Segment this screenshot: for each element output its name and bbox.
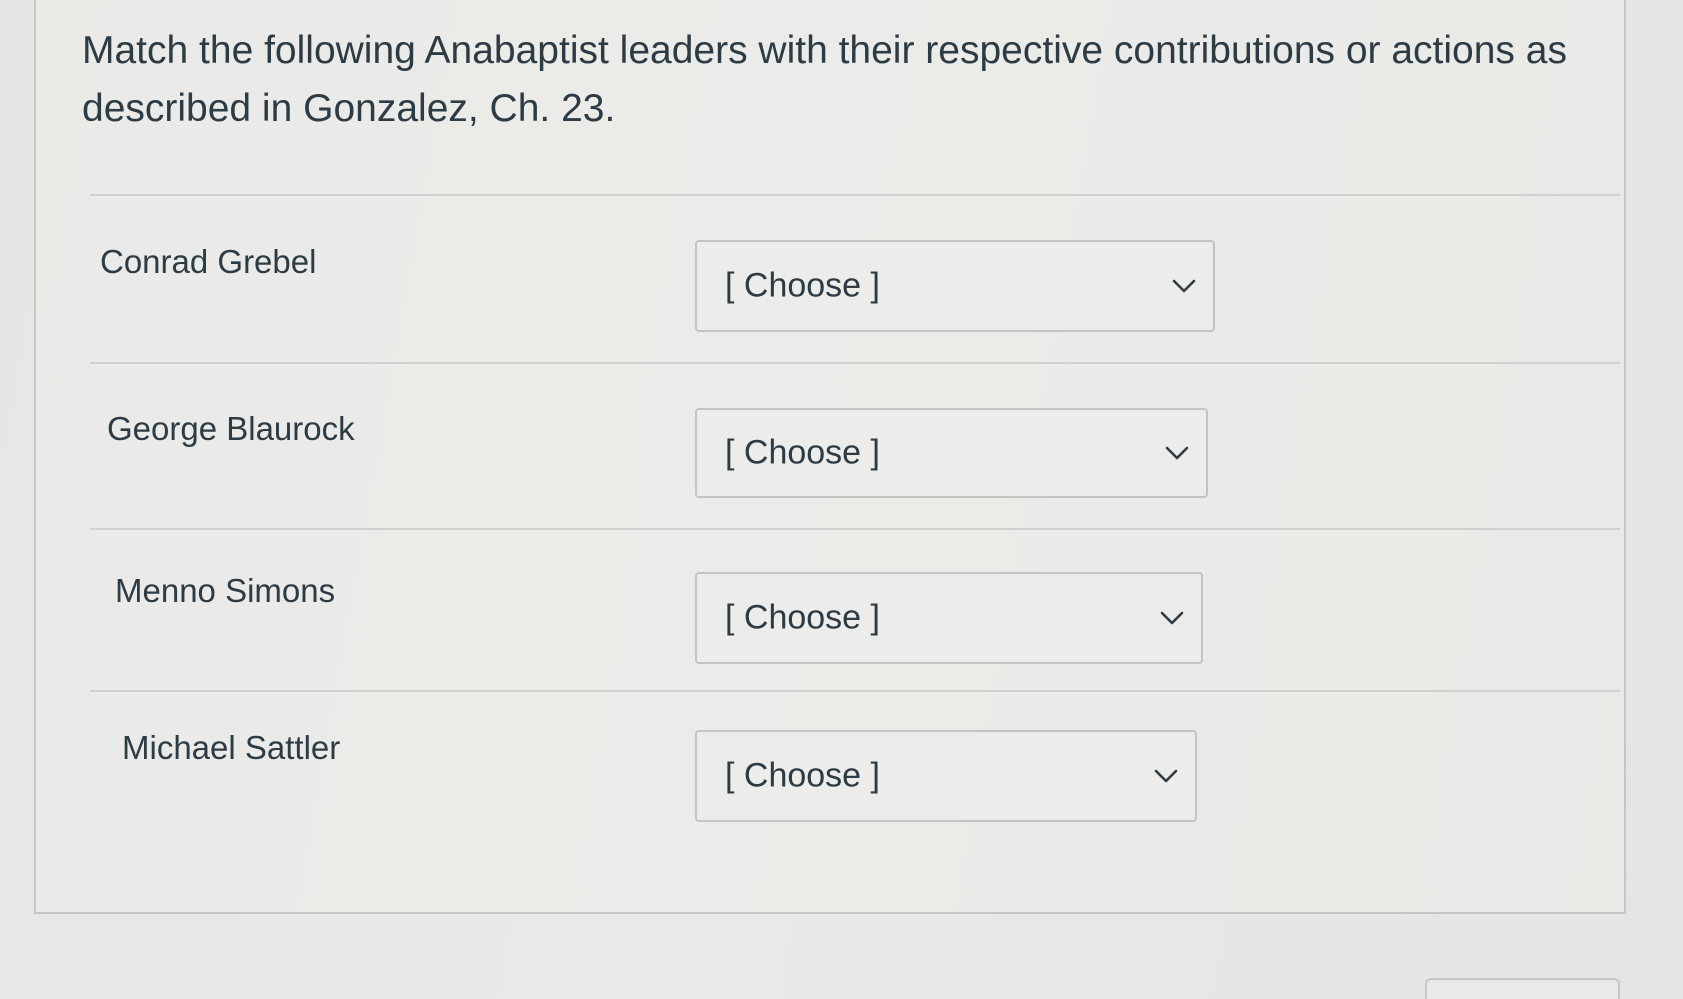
select-value: [ Choose ]	[725, 756, 880, 795]
chevron-down-icon	[1171, 278, 1197, 294]
divider	[90, 690, 1620, 692]
chevron-down-icon	[1164, 445, 1190, 461]
answer-select-menno-simons[interactable]: [ Choose ]	[695, 572, 1203, 664]
divider	[90, 362, 1620, 364]
divider	[90, 528, 1620, 530]
divider	[90, 194, 1620, 196]
leader-name-george-blaurock: George Blaurock	[107, 410, 355, 447]
leader-name-conrad-grebel: Conrad Grebel	[100, 243, 317, 280]
select-value: [ Choose ]	[725, 266, 880, 305]
answer-select-george-blaurock[interactable]: [ Choose ]	[695, 408, 1208, 498]
chevron-down-icon	[1159, 610, 1185, 626]
select-value: [ Choose ]	[725, 598, 880, 637]
chevron-down-icon	[1153, 768, 1179, 784]
answer-select-conrad-grebel[interactable]: [ Choose ]	[695, 240, 1215, 332]
quiz-page: Match the following Anabaptist leaders w…	[0, 0, 1683, 999]
leader-name-menno-simons: Menno Simons	[115, 572, 336, 609]
select-value: [ Choose ]	[725, 433, 880, 472]
question-text: Match the following Anabaptist leaders w…	[82, 29, 1567, 130]
next-question-button[interactable]	[1425, 978, 1620, 999]
leader-name-michael-sattler: Michael Sattler	[122, 729, 341, 766]
answer-select-michael-sattler[interactable]: [ Choose ]	[695, 730, 1197, 822]
